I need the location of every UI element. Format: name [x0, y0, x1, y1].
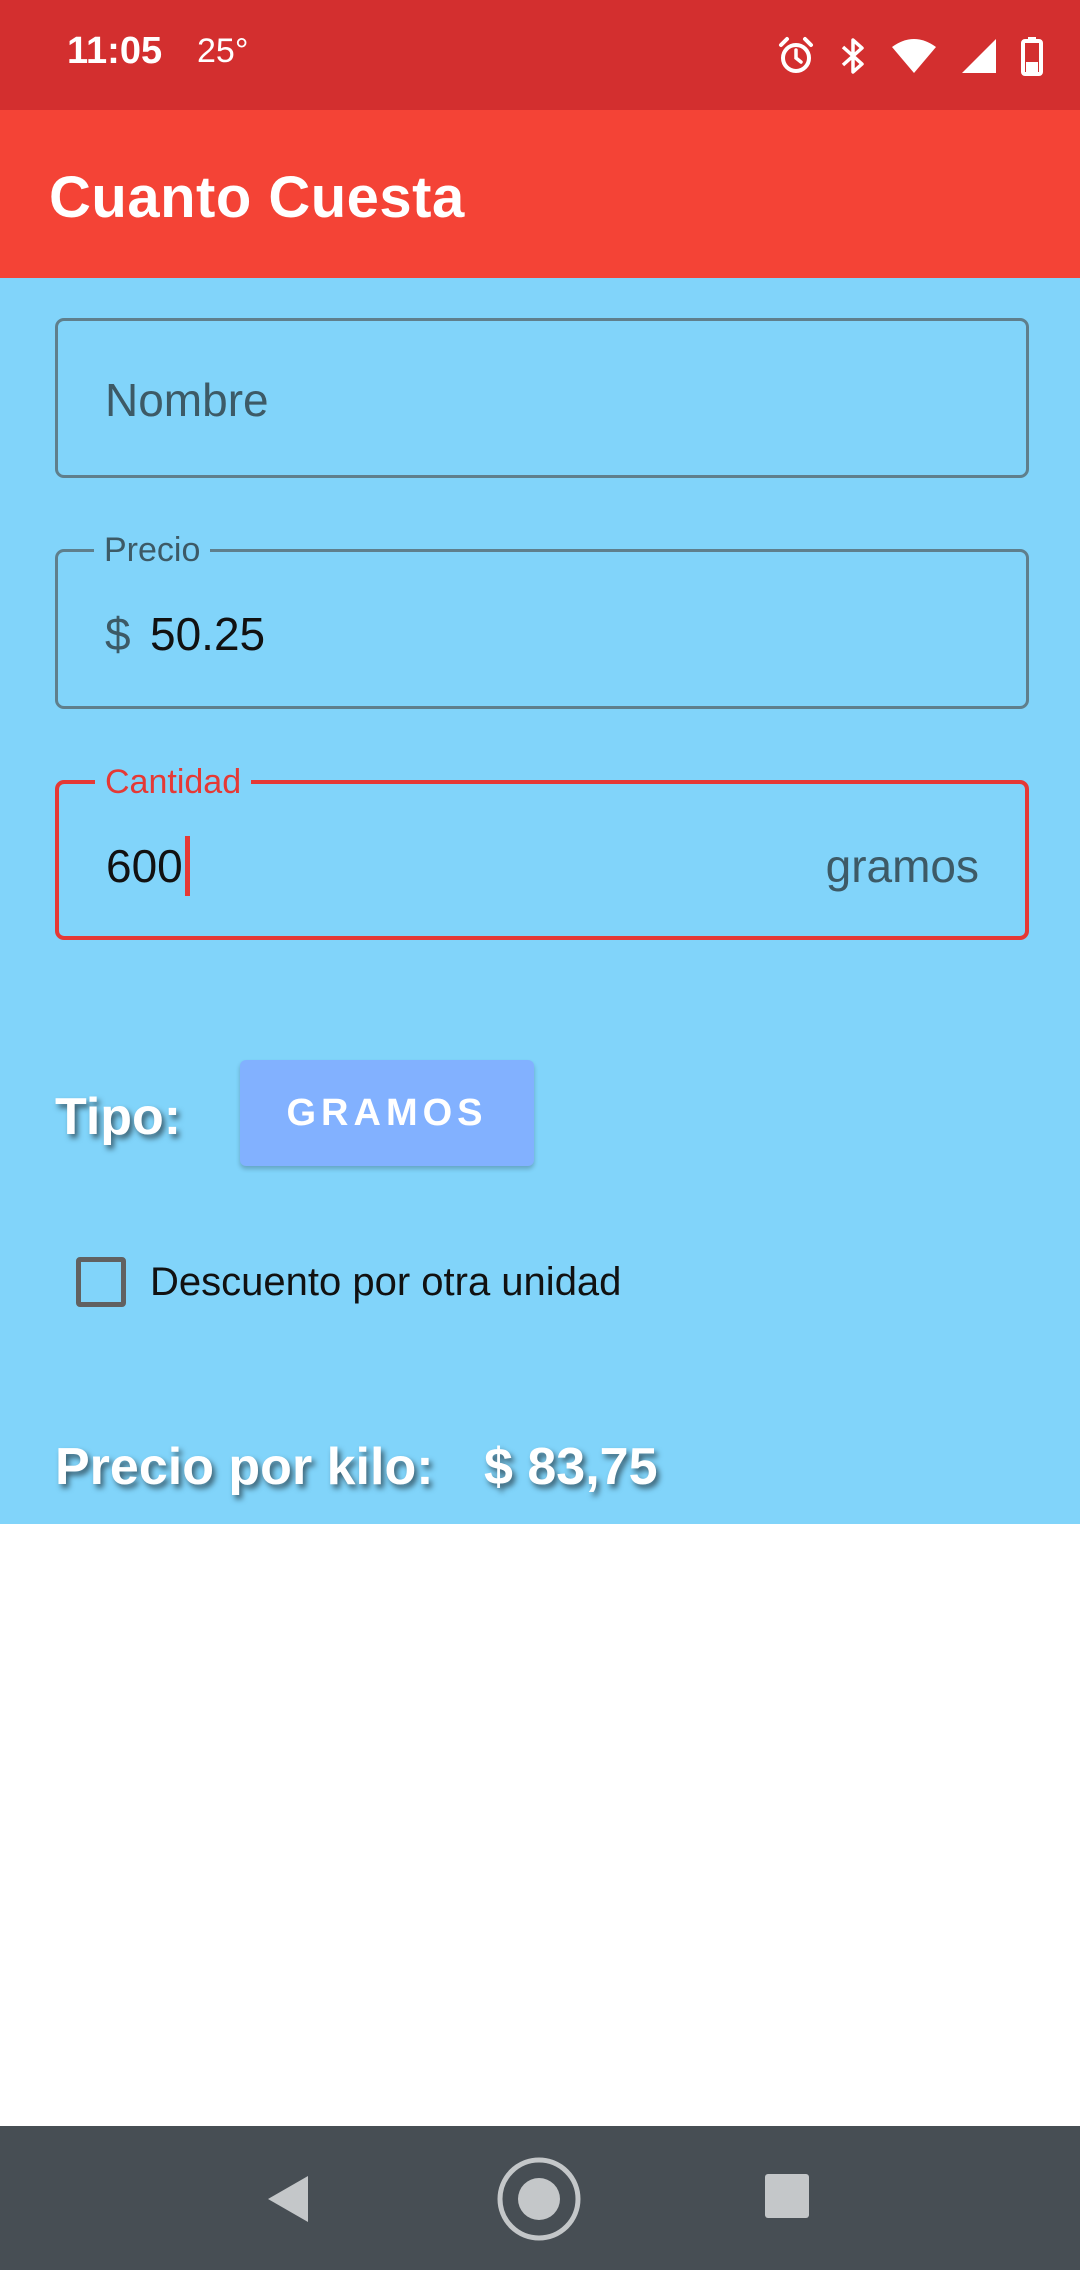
main-content: Nombre Precio $ 50.25 Cantidad 600 gramo…: [0, 278, 1080, 1524]
precio-por-kilo-label: Precio por kilo:: [55, 1438, 434, 1496]
status-bar: 11:05 25°: [0, 0, 1080, 110]
tipo-gramos-button[interactable]: GRAMOS: [240, 1060, 534, 1166]
descuento-label[interactable]: Descuento por otra unidad: [150, 1260, 621, 1305]
precio-label: Precio: [94, 528, 211, 572]
text-cursor: [185, 836, 190, 896]
precio-value: 50.25: [150, 608, 266, 660]
status-time: 11:05: [67, 30, 163, 72]
nombre-placeholder: Nombre: [105, 374, 269, 426]
back-icon[interactable]: [258, 2164, 318, 2239]
descuento-checkbox[interactable]: [76, 1257, 126, 1307]
precio-field[interactable]: Precio $ 50.25: [55, 528, 1029, 709]
wifi-icon: [890, 37, 938, 75]
tipo-label: Tipo:: [55, 1088, 182, 1146]
status-icons: [776, 30, 1044, 82]
cantidad-label: Cantidad: [95, 760, 252, 804]
battery-icon: [1020, 36, 1044, 76]
bluetooth-icon: [838, 36, 868, 76]
home-icon[interactable]: [496, 2156, 582, 2247]
nombre-field[interactable]: Nombre: [55, 318, 1029, 478]
navigation-bar: [0, 2126, 1080, 2270]
signal-icon: [960, 37, 998, 75]
app-bar: Cuanto Cuesta: [0, 110, 1080, 278]
cantidad-field[interactable]: Cantidad 600 gramos: [55, 760, 1029, 940]
cantidad-suffix: gramos: [825, 840, 979, 892]
alarm-icon: [776, 36, 816, 76]
precio-prefix: $: [105, 608, 131, 660]
app-title: Cuanto Cuesta: [49, 165, 465, 230]
status-temperature: 25°: [197, 32, 249, 70]
cantidad-value: 600: [106, 840, 183, 892]
precio-por-kilo-value: $ 83,75: [484, 1438, 658, 1496]
recents-icon[interactable]: [763, 2172, 811, 2225]
